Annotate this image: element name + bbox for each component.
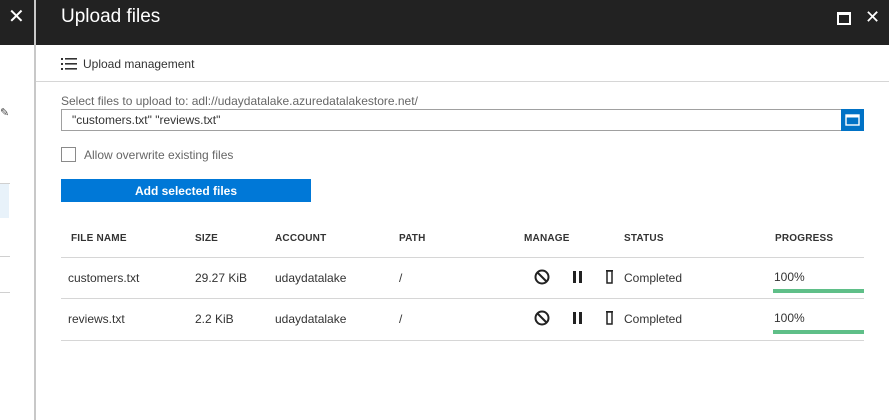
path-cell: / [399, 271, 403, 285]
column-header-file-name: FILE NAME [71, 233, 127, 244]
folder-icon [845, 114, 860, 126]
column-header-account: ACCOUNT [275, 233, 327, 244]
table-row[interactable]: customers.txt 29.27 KiB udaydatalake / C… [61, 257, 864, 299]
select-files-label: Select files to upload to: adl://udaydat… [61, 94, 418, 108]
cancel-icon[interactable] [532, 267, 552, 287]
command-bar: Upload management [36, 45, 889, 82]
account-cell: udaydatalake [275, 312, 347, 326]
progress-bar [773, 330, 864, 334]
table-row[interactable]: reviews.txt 2.2 KiB udaydatalake / Compl… [61, 298, 864, 341]
delete-icon[interactable] [604, 267, 614, 287]
progress-text: 100% [774, 270, 805, 284]
left-blade-header: ✕ [0, 0, 34, 45]
size-cell: 29.27 KiB [195, 271, 248, 285]
upload-management-button[interactable]: Upload management [61, 57, 194, 71]
close-icon[interactable]: ✕ [865, 7, 880, 27]
column-header-status: STATUS [624, 233, 664, 244]
close-icon[interactable]: ✕ [8, 7, 25, 27]
file-path-input[interactable] [61, 109, 846, 131]
upload-management-label: Upload management [83, 57, 195, 71]
left-list-divider [0, 292, 10, 293]
left-list-divider [0, 256, 10, 257]
progress-bar-fill [773, 330, 864, 334]
status-cell: Completed [624, 312, 683, 326]
progress-bar [773, 289, 864, 293]
status-cell: Completed [624, 271, 683, 285]
browse-button[interactable] [841, 109, 864, 131]
pause-icon[interactable] [568, 308, 588, 328]
column-header-manage: MANAGE [524, 233, 570, 244]
column-header-size: SIZE [195, 233, 219, 244]
blade-header: Upload files ✕ [36, 0, 889, 45]
file-name-cell: customers.txt [68, 271, 140, 285]
delete-icon[interactable] [604, 308, 614, 328]
left-list-item-selected[interactable] [0, 184, 9, 218]
list-icon [61, 58, 77, 70]
progress-text: 100% [774, 311, 805, 325]
pause-icon[interactable] [568, 267, 588, 287]
allow-overwrite-label: Allow overwrite existing files [84, 148, 234, 162]
account-cell: udaydatalake [275, 271, 347, 285]
maximize-icon[interactable] [837, 12, 851, 25]
allow-overwrite-checkbox[interactable] [61, 147, 76, 162]
column-header-path: PATH [399, 233, 426, 244]
path-cell: / [399, 312, 403, 326]
blade-title: Upload files [61, 6, 161, 27]
cancel-icon[interactable] [532, 308, 552, 328]
file-name-cell: reviews.txt [68, 312, 125, 326]
pencil-icon[interactable]: ✎ [0, 106, 9, 119]
progress-bar-fill [773, 289, 864, 293]
size-cell: 2.2 KiB [195, 312, 234, 326]
column-header-progress: PROGRESS [775, 233, 834, 244]
add-selected-files-button[interactable]: Add selected files [61, 179, 311, 202]
